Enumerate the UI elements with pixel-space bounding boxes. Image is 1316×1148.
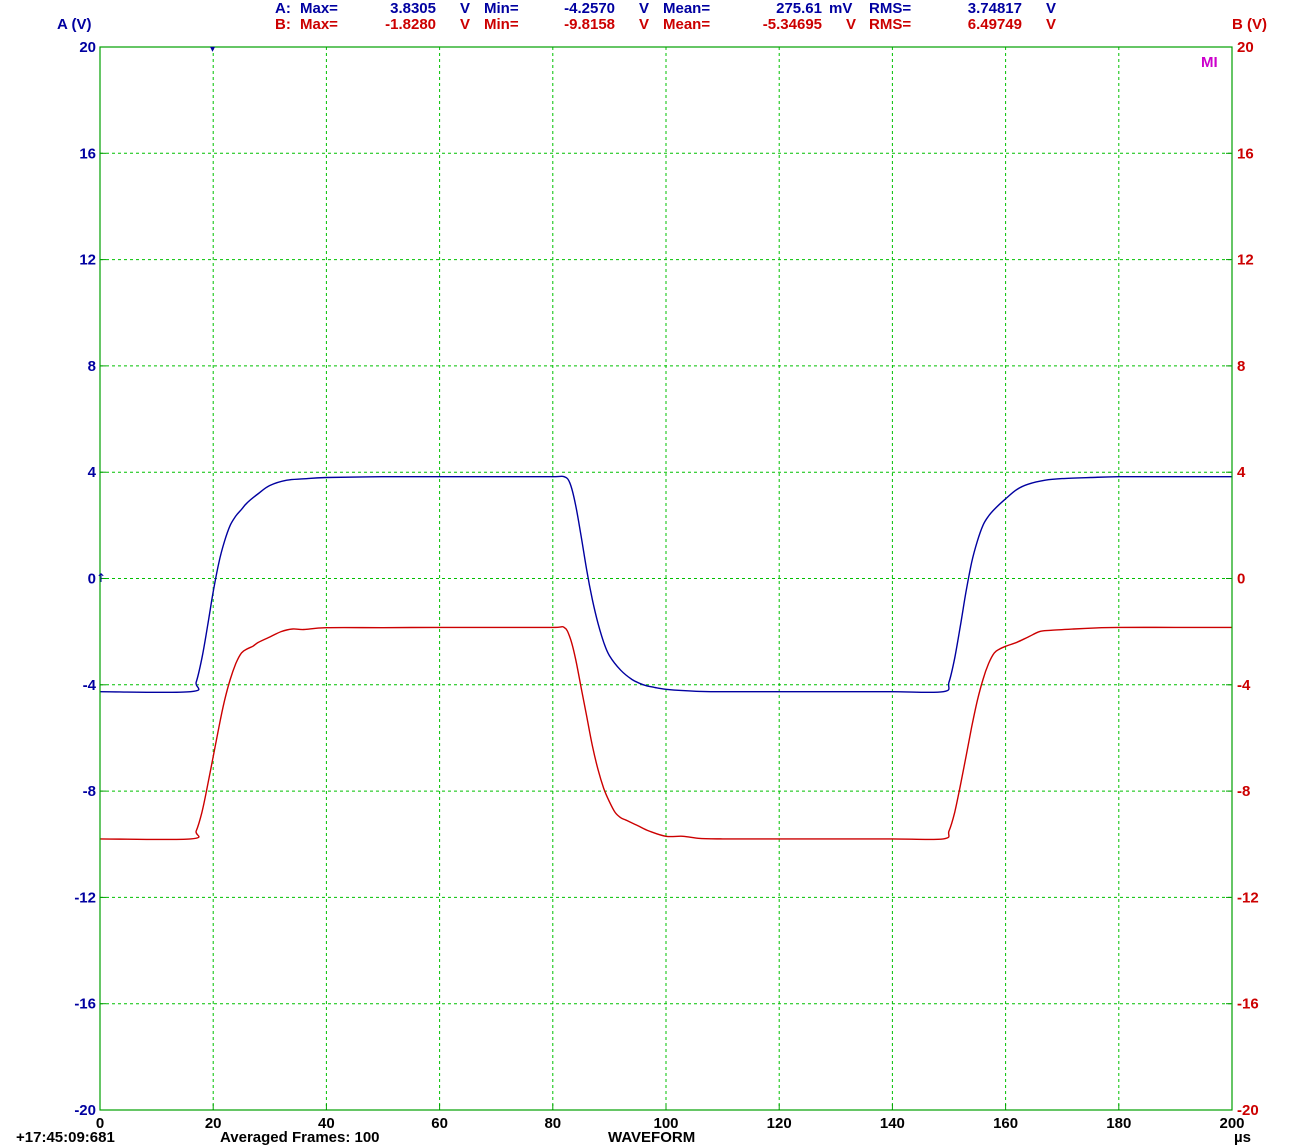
- stats-a-max-label: Max=: [300, 0, 338, 17]
- y-tick-label-left: -4: [83, 677, 97, 694]
- stats-a-max-unit: V: [460, 0, 470, 17]
- y-tick-label-left: 12: [79, 252, 96, 269]
- stats-b-rms-label: RMS=: [869, 16, 911, 33]
- y-tick-label-right: -4: [1237, 677, 1251, 694]
- y-tick-label-left: -16: [74, 996, 96, 1013]
- grid: [99, 46, 1233, 1111]
- footer-mode: WAVEFORM: [608, 1129, 695, 1146]
- oscilloscope-chart: A: Max= 3.8305 V Min= -4.2570 V Mean= 27…: [16, 0, 1267, 1146]
- stats-b-min-value: -9.8158: [564, 16, 615, 33]
- y-tick-label-right: -20: [1237, 1102, 1259, 1119]
- stats-b-max-value: -1.8280: [385, 16, 436, 33]
- stats-a-prefix: A:: [275, 0, 291, 17]
- tick-labels: 0 20 40 60 80 100 120 140 160 180 20020 2016 1612 128…: [74, 39, 1258, 1132]
- stats-b-rms-unit: V: [1046, 16, 1056, 33]
- footer-timestamp: +17:45:09:681: [16, 1129, 115, 1146]
- y-tick-label-right: -12: [1237, 889, 1259, 906]
- stats-b-min-label: Min=: [484, 16, 519, 33]
- stats-b-max-label: Max=: [300, 16, 338, 33]
- x-tick-label: 80: [544, 1115, 561, 1132]
- stats-a-mean-value: 275.61: [776, 0, 822, 17]
- y-tick-label-right: -16: [1237, 996, 1259, 1013]
- stats-a-mean-label: Mean=: [663, 0, 710, 17]
- x-tick-label: 160: [993, 1115, 1018, 1132]
- math-marker: MI: [1201, 54, 1218, 71]
- stats-row-a: A: Max= 3.8305 V Min= -4.2570 V Mean= 27…: [275, 0, 1056, 17]
- x-tick-label: 120: [767, 1115, 792, 1132]
- y-tick-label-left: -12: [74, 889, 96, 906]
- stats-a-min-value: -4.2570: [564, 0, 615, 17]
- stats-a-rms-label: RMS=: [869, 0, 911, 17]
- y-tick-label-left: 20: [79, 39, 96, 56]
- trigger-position-marker: ▾: [210, 44, 215, 55]
- y-tick-label-right: 16: [1237, 145, 1254, 162]
- y-axis-left-label: A (V): [57, 16, 91, 33]
- y-tick-label-right: 4: [1237, 464, 1246, 481]
- y-tick-label-left: 4: [88, 464, 97, 481]
- stats-a-min-unit: V: [639, 0, 649, 17]
- y-axis-right-label: B (V): [1232, 16, 1267, 33]
- stats-b-mean-label: Mean=: [663, 16, 710, 33]
- stats-b-prefix: B:: [275, 16, 291, 33]
- y-tick-label-left: 8: [88, 358, 96, 375]
- y-tick-label-right: 12: [1237, 252, 1254, 269]
- stats-b-max-unit: V: [460, 16, 470, 33]
- stats-b-min-unit: V: [639, 16, 649, 33]
- stats-row-b: B: Max= -1.8280 V Min= -9.8158 V Mean= -…: [275, 16, 1056, 33]
- y-tick-label-right: 8: [1237, 358, 1245, 375]
- y-tick-label-left: 0: [88, 571, 96, 588]
- x-tick-label: 180: [1106, 1115, 1131, 1132]
- x-tick-label: 60: [431, 1115, 448, 1132]
- y-tick-label-left: -20: [74, 1102, 96, 1119]
- trigger-markers: ↑ ▾: [96, 44, 215, 585]
- stats-b-rms-value: 6.49749: [968, 16, 1022, 33]
- stats-b-mean-unit: V: [846, 16, 856, 33]
- footer-frames: Averaged Frames: 100: [220, 1129, 380, 1146]
- y-tick-label-left: 16: [79, 145, 96, 162]
- stats-b-mean-value: -5.34695: [763, 16, 822, 33]
- stats-a-min-label: Min=: [484, 0, 519, 17]
- channel-a-zero-marker: ↑: [96, 571, 106, 585]
- stats-a-mean-unit: mV: [829, 0, 852, 17]
- stats-a-max-value: 3.8305: [390, 0, 436, 17]
- stats-a-rms-unit: V: [1046, 0, 1056, 17]
- y-tick-label-left: -8: [83, 783, 96, 800]
- footer-x-unit: µs: [1234, 1129, 1251, 1146]
- stats-a-rms-value: 3.74817: [968, 0, 1022, 17]
- x-tick-label: 140: [880, 1115, 905, 1132]
- y-tick-label-right: 20: [1237, 39, 1254, 56]
- y-tick-label-right: 0: [1237, 571, 1245, 588]
- y-tick-label-right: -8: [1237, 783, 1250, 800]
